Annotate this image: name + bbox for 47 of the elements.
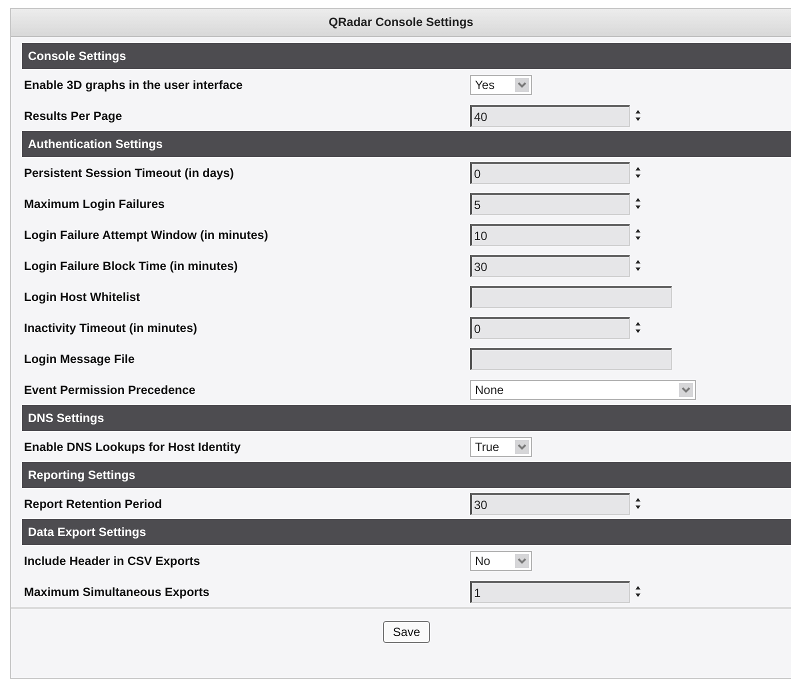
setting-label: Login Message File <box>23 352 136 366</box>
section-header: Reporting Settings <box>22 462 791 488</box>
input-field[interactable]: 0 <box>470 316 630 338</box>
setting-label: Maximum Login Failures <box>23 196 166 210</box>
setting-label: Persistent Session Timeout (in days) <box>23 166 235 180</box>
setting-label: Enable DNS Lookups for Host Identity <box>23 440 242 454</box>
setting-label: Login Failure Block Time (in minutes) <box>23 258 239 272</box>
spinner-icon[interactable] <box>635 322 641 333</box>
input-field[interactable]: 30 <box>470 492 630 514</box>
spinner-icon[interactable] <box>635 110 641 121</box>
section-header: Console Settings <box>22 43 791 69</box>
input-field[interactable] <box>470 348 672 370</box>
setting-label: Enable 3D graphs in the user interface <box>23 78 244 92</box>
spinner-icon[interactable] <box>635 498 641 509</box>
setting-label: Include Header in CSV Exports <box>23 554 202 568</box>
input-field[interactable]: 1 <box>470 580 630 602</box>
setting-label: Report Retention Period <box>23 496 164 510</box>
setting-label: Login Failure Attempt Window (in minutes) <box>23 228 270 242</box>
dropdown[interactable]: Yes <box>470 74 532 94</box>
caret-icon <box>515 78 529 92</box>
input-field[interactable] <box>470 286 672 308</box>
caret-icon <box>515 554 529 568</box>
input-field[interactable]: 10 <box>470 224 630 246</box>
spinner-icon[interactable] <box>635 260 641 271</box>
section-header: Data Export Settings <box>22 519 791 545</box>
section-header: DNS Settings <box>22 405 791 431</box>
input-field[interactable]: 40 <box>470 104 630 126</box>
setting-label: Inactivity Timeout (in minutes) <box>23 320 198 334</box>
section-header: Authentication Settings <box>22 131 791 157</box>
setting-label: Maximum Simultaneous Exports <box>23 584 210 598</box>
spinner-icon[interactable] <box>635 229 641 240</box>
input-field[interactable]: 0 <box>470 162 630 184</box>
caret-icon <box>515 440 529 454</box>
input-field[interactable]: 5 <box>470 192 630 214</box>
window-title: QRadar Console Settings <box>11 9 791 37</box>
setting-label: Login Host Whitelist <box>23 290 141 304</box>
save-button[interactable]: Save <box>382 621 430 643</box>
dropdown[interactable]: None <box>470 380 696 400</box>
spinner-icon[interactable] <box>635 198 641 209</box>
spinner-icon[interactable] <box>635 586 641 597</box>
setting-label: Results Per Page <box>23 108 124 122</box>
caret-icon <box>679 382 693 396</box>
setting-label: Event Permission Precedence <box>23 382 196 396</box>
input-field[interactable]: 30 <box>470 254 630 276</box>
dropdown[interactable]: True <box>470 436 532 456</box>
dropdown[interactable]: No <box>470 550 532 570</box>
spinner-icon[interactable] <box>635 167 641 178</box>
